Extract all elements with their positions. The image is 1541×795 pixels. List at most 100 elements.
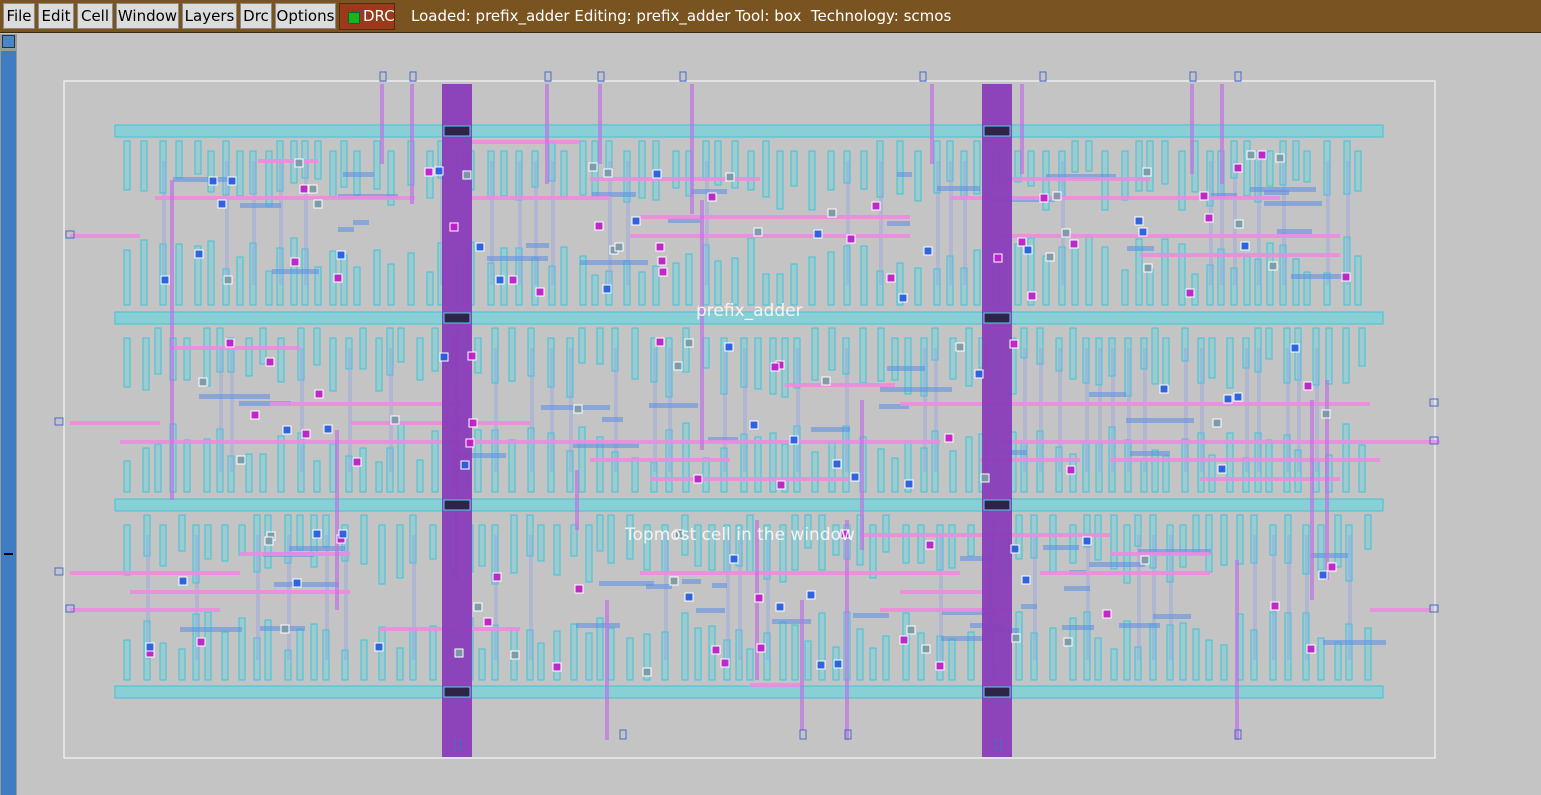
transistor-finger <box>416 337 424 381</box>
transistor-finger <box>808 256 816 306</box>
contact <box>776 480 786 490</box>
poly-route <box>785 383 895 387</box>
contact <box>1052 191 1062 201</box>
scrollbar-corner-button[interactable] <box>2 35 15 48</box>
transistor-finger <box>359 327 367 370</box>
transistor-finger <box>508 327 516 382</box>
contact <box>1275 153 1285 163</box>
layers-menu[interactable]: Layers <box>182 3 237 29</box>
drc-status-button[interactable]: DRC <box>339 3 395 30</box>
transistor-finger <box>1354 150 1362 192</box>
poly-gate <box>1085 348 1089 472</box>
transistor-finger <box>779 621 787 681</box>
vertical-scrollbar[interactable] <box>0 34 17 795</box>
contact <box>816 660 826 670</box>
topmost-cell-label: Topmost cell in the window <box>625 525 855 545</box>
power-rail <box>114 498 1384 512</box>
io-pin <box>409 71 417 82</box>
menu-bar: File Edit Cell Window Layers Drc Options… <box>0 0 1541 33</box>
metal1-wire <box>580 260 648 265</box>
contact <box>282 425 292 435</box>
transistor-finger <box>1042 255 1050 306</box>
contact <box>1134 216 1144 226</box>
contact <box>465 438 475 448</box>
drc-menu[interactable]: Drc <box>240 3 272 29</box>
metal1-wire <box>199 394 270 399</box>
cell-menu[interactable]: Cell <box>77 3 113 29</box>
contact <box>655 242 665 252</box>
scrollbar-trough[interactable] <box>1 51 16 795</box>
transistor-finger <box>702 457 710 493</box>
transistor-finger <box>203 327 211 387</box>
contact <box>974 369 984 379</box>
poly-route <box>240 552 350 556</box>
transistor-finger <box>1162 337 1170 386</box>
metal1-wire <box>897 172 912 177</box>
metal1-wire <box>274 582 339 587</box>
poly-gate <box>963 161 967 285</box>
transistor-finger <box>1354 255 1362 306</box>
layout-canvas[interactable]: prefix_adder Topmost cell in the window <box>17 34 1541 795</box>
metal2-route <box>1220 84 1224 184</box>
transistor-finger <box>828 327 836 371</box>
window-menu[interactable]: Window <box>116 3 179 29</box>
transistor-finger <box>310 623 318 681</box>
poly-gate <box>348 348 352 472</box>
via-array <box>983 686 1011 698</box>
contact <box>483 617 493 627</box>
contact <box>312 529 322 539</box>
via-array <box>983 125 1011 137</box>
transistor-finger <box>375 337 383 392</box>
transistor-finger <box>685 253 693 306</box>
contact <box>198 377 208 387</box>
via-array <box>443 125 471 137</box>
transistor-finger <box>827 251 835 306</box>
contact <box>454 648 464 658</box>
transistor-finger <box>578 426 586 493</box>
transistor-finger <box>811 327 819 381</box>
transistor-finger <box>856 628 864 681</box>
contact <box>1212 418 1222 428</box>
contact <box>724 342 734 352</box>
contact <box>871 201 881 211</box>
transistor-finger <box>1151 327 1159 385</box>
transistor-finger <box>591 274 599 306</box>
io-pin <box>799 729 807 740</box>
transistor-finger <box>891 337 899 381</box>
metal1-wire <box>1130 451 1170 456</box>
transistor-finger <box>1265 439 1273 493</box>
poly-gate <box>668 348 672 472</box>
transistor-finger <box>579 140 587 196</box>
edit-menu[interactable]: Edit <box>38 3 74 29</box>
contact <box>1303 381 1313 391</box>
transistor-finger <box>570 623 578 681</box>
contact <box>684 338 694 348</box>
contact <box>333 273 343 283</box>
transistor-finger <box>277 435 285 493</box>
transistor-finger <box>818 612 826 681</box>
drc-status-indicator-icon <box>348 12 360 24</box>
contact <box>821 376 831 386</box>
contact <box>265 357 275 367</box>
contact <box>160 275 170 285</box>
contact <box>467 351 477 361</box>
transistor-finger <box>510 514 518 574</box>
poly-gate <box>1033 535 1037 660</box>
transistor-finger <box>207 150 215 193</box>
contact <box>775 602 785 612</box>
options-menu[interactable]: Options <box>275 3 336 29</box>
poly-gate <box>304 161 308 285</box>
contact <box>178 576 188 586</box>
poly-gate <box>551 161 555 285</box>
contact <box>602 284 612 294</box>
layout-drawing[interactable] <box>17 34 1541 795</box>
transistor-finger <box>902 524 910 564</box>
contact <box>552 662 562 672</box>
contact <box>508 275 518 285</box>
file-menu[interactable]: File <box>3 3 35 29</box>
metal1-wire <box>526 243 549 248</box>
contact <box>292 578 302 588</box>
contact <box>832 459 842 469</box>
contact <box>223 275 233 285</box>
metal1-wire <box>338 227 354 232</box>
